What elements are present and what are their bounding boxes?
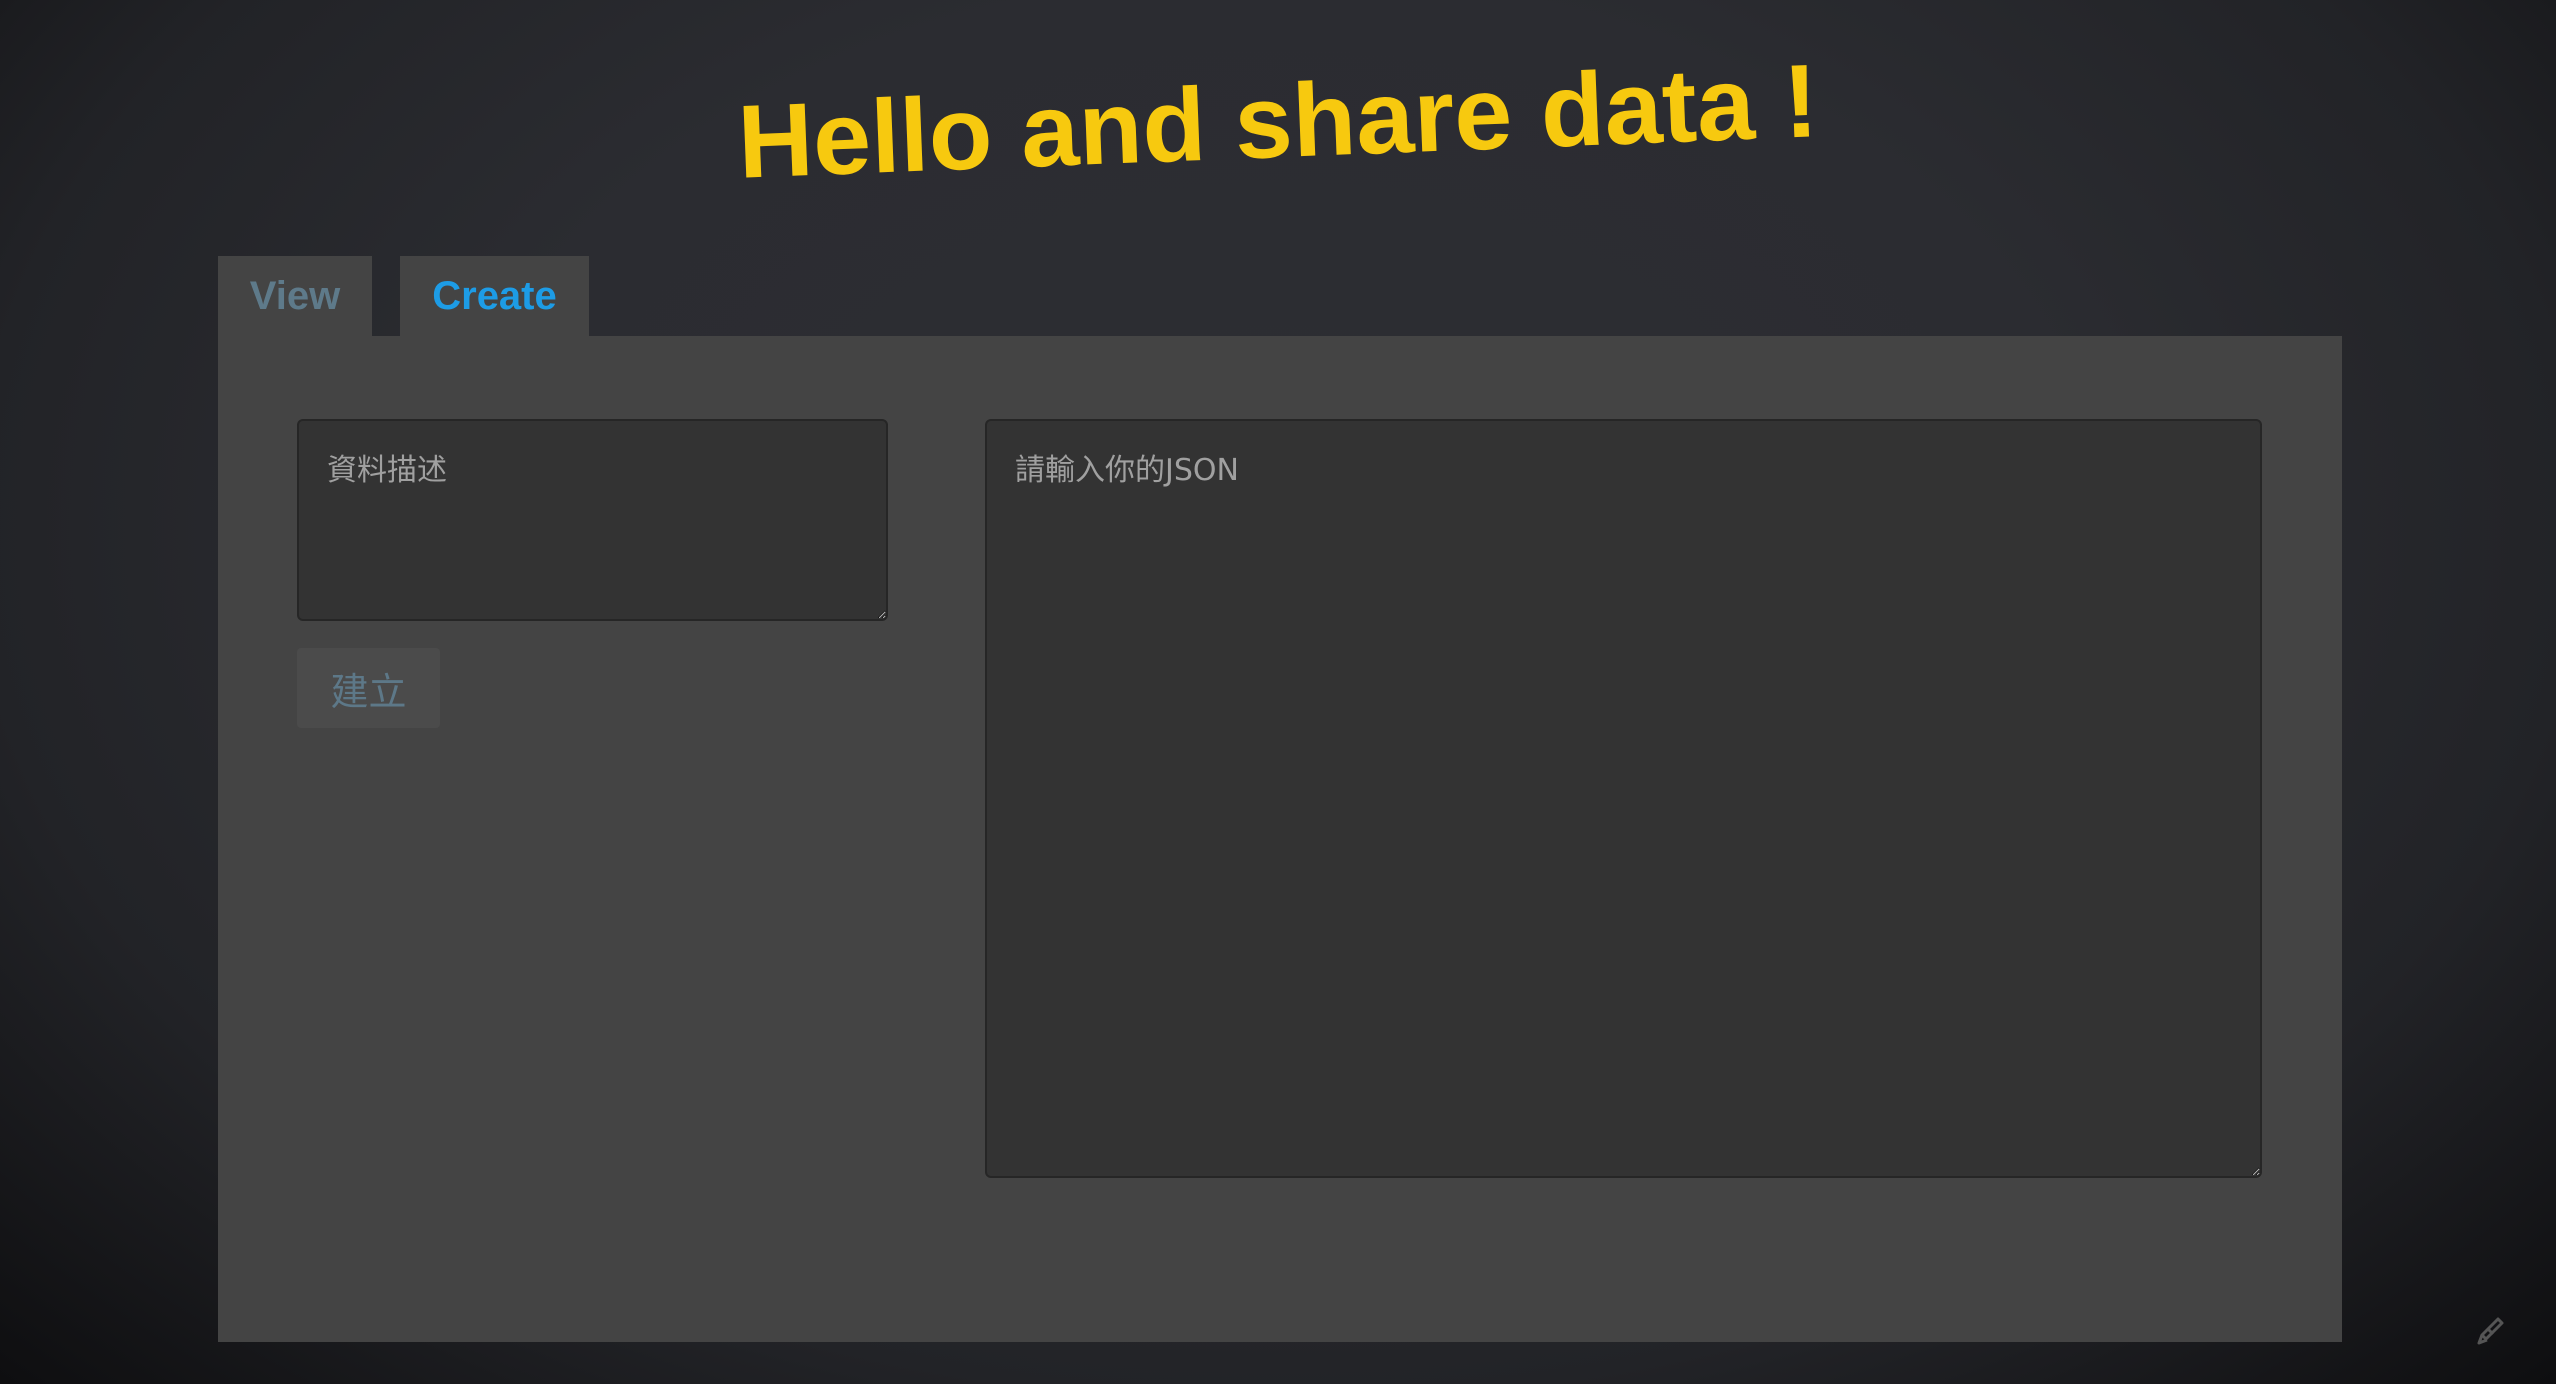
tab-view-label: View — [249, 273, 341, 318]
create-panel: 建立 — [218, 336, 2342, 1342]
json-input[interactable] — [985, 419, 2262, 1178]
tab-create-label: Create — [432, 273, 557, 318]
tab-create[interactable]: Create — [400, 256, 589, 336]
create-button[interactable]: 建立 — [297, 648, 440, 728]
feather-quill-icon[interactable] — [2476, 1316, 2506, 1346]
description-input[interactable] — [297, 419, 888, 621]
tab-view[interactable]: View — [218, 256, 372, 336]
